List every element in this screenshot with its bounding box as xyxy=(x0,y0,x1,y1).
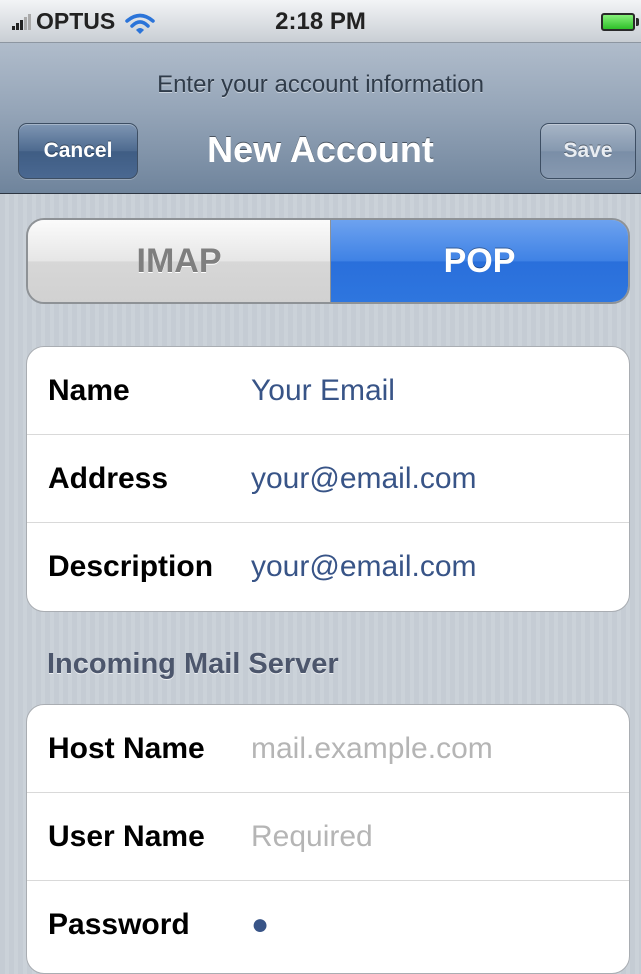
user-name-label: User Name xyxy=(48,819,205,853)
segment-pop[interactable]: POP xyxy=(331,220,628,302)
user-name-field[interactable]: Required xyxy=(233,820,629,854)
password-label: Password xyxy=(48,908,190,941)
description-field[interactable]: your@email.com xyxy=(233,550,629,584)
save-button[interactable]: Save xyxy=(540,123,636,179)
name-field[interactable]: Your Email xyxy=(233,374,629,408)
account-info-group: Name Your Email Address your@email.com D… xyxy=(26,346,630,612)
incoming-mail-server-header: Incoming Mail Server xyxy=(47,648,339,680)
password-row[interactable]: Password ● xyxy=(27,881,629,969)
navigation-bar: Enter your account information Cancel Ne… xyxy=(0,43,641,194)
account-type-segmented-control: IMAP POP xyxy=(26,218,630,304)
status-bar: OPTUS 2:18 PM xyxy=(0,0,641,43)
segment-imap[interactable]: IMAP xyxy=(28,220,331,302)
address-label: Address xyxy=(48,461,169,495)
incoming-server-group: Host Name mail.example.com User Name Req… xyxy=(26,704,630,974)
clock-time: 2:18 PM xyxy=(275,8,366,35)
name-label: Name xyxy=(48,373,130,407)
battery-icon xyxy=(601,13,639,31)
host-name-row[interactable]: Host Name mail.example.com xyxy=(27,705,629,793)
description-row[interactable]: Description your@email.com xyxy=(27,523,629,611)
password-field[interactable]: ● xyxy=(233,908,629,942)
host-name-label: Host Name xyxy=(48,731,205,765)
user-name-row[interactable]: User Name Required xyxy=(27,793,629,881)
description-label: Description xyxy=(48,550,214,583)
host-name-field[interactable]: mail.example.com xyxy=(233,732,629,766)
name-row[interactable]: Name Your Email xyxy=(27,347,629,435)
nav-prompt: Enter your account information xyxy=(157,71,484,98)
address-row[interactable]: Address your@email.com xyxy=(27,435,629,523)
address-field[interactable]: your@email.com xyxy=(233,462,629,496)
